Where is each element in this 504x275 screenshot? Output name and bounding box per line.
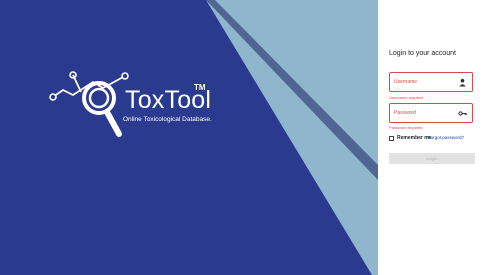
username-input[interactable]	[394, 73, 458, 91]
trademark-mark: TM	[194, 83, 206, 92]
remember-label: Remember me	[397, 135, 432, 141]
brand-tagline: Online Toxicological Database.	[123, 116, 212, 123]
password-field[interactable]	[389, 103, 473, 123]
forgot-password-link[interactable]: Forgot password?	[428, 135, 464, 140]
password-error: Password required	[389, 125, 423, 130]
login-title: Login to your account	[389, 50, 456, 57]
key-icon	[458, 111, 467, 116]
login-panel: Login to your account Username required …	[378, 0, 504, 275]
username-field[interactable]	[389, 72, 473, 92]
remember-me[interactable]: Remember me	[389, 134, 431, 142]
remember-checkbox[interactable]	[389, 135, 394, 141]
login-button[interactable]: Login	[389, 153, 475, 164]
username-error: Username required	[389, 95, 424, 100]
password-input[interactable]	[394, 104, 458, 122]
person-icon	[459, 78, 466, 87]
